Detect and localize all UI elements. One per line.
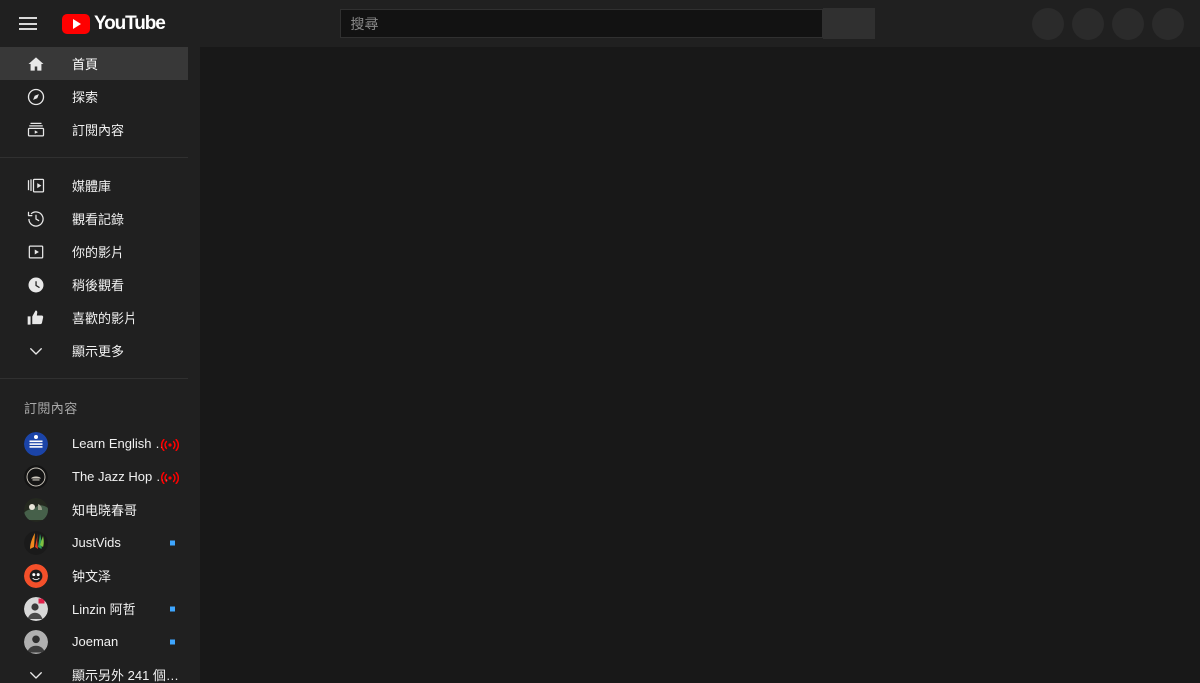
main-content-area xyxy=(200,47,1200,683)
subscription-channel-name: 知电晓春哥 xyxy=(72,503,138,518)
avatar xyxy=(24,530,48,555)
thumbs-up-icon xyxy=(24,306,48,330)
hamburger-menu-icon[interactable] xyxy=(8,4,48,44)
sidebar-primary-section: 首頁 探索 訂閱內容 xyxy=(0,47,188,146)
sidebar-subscription-item[interactable]: JustVids xyxy=(0,526,188,559)
avatar xyxy=(24,629,48,654)
new-content-dot xyxy=(170,606,175,611)
subscription-channel-name: Joeman xyxy=(72,634,119,649)
history-clock-icon xyxy=(24,207,48,231)
apps-grid-icon[interactable] xyxy=(1072,7,1104,40)
new-content-dot xyxy=(170,540,175,545)
sidebar-subscription-item[interactable]: Joeman xyxy=(0,625,188,658)
youtube-play-badge-icon xyxy=(62,13,90,34)
masthead-header: YouTube xyxy=(0,0,1200,47)
sidebar-item-show-more[interactable]: 顯示更多 xyxy=(0,334,188,367)
subscriptions-section-title: 訂閱內容 xyxy=(24,401,78,416)
sidebar-subscription-item[interactable]: The Jazz Hop Café xyxy=(0,460,188,493)
sidebar-subscription-item[interactable]: Learn English with… xyxy=(0,427,188,460)
subscription-channel-name: 钟文泽 xyxy=(72,569,112,584)
sidebar-item-label: 訂閱內容 xyxy=(72,123,125,138)
create-video-icon[interactable] xyxy=(1032,7,1064,40)
masthead-center-group xyxy=(200,0,1032,47)
avatar xyxy=(24,563,48,588)
sidebar-guide[interactable]: 首頁 探索 訂閱內容 媒體庫 觀看記錄 你的影片 稍後觀看 喜歡的影片 顯示更多… xyxy=(0,47,188,683)
sidebar-item-label: 喜歡的影片 xyxy=(72,311,138,326)
sidebar-item-home[interactable]: 首頁 xyxy=(0,47,188,80)
subscriptions-icon xyxy=(24,118,48,142)
guide-gutter xyxy=(188,47,200,683)
subscription-channel-name: JustVids xyxy=(72,535,121,550)
sidebar-subscription-item[interactable]: 钟文泽 xyxy=(0,559,188,592)
sidebar-item-label: 顯示更多 xyxy=(72,344,125,359)
sidebar-item-label: 稍後觀看 xyxy=(72,278,125,293)
masthead-right-group xyxy=(1032,7,1184,40)
subscription-channel-name: Linzin 阿哲 xyxy=(72,602,136,617)
sidebar-item-subscriptions[interactable]: 訂閱內容 xyxy=(0,113,188,146)
avatar xyxy=(24,497,48,522)
sidebar-item-library[interactable]: 媒體庫 xyxy=(0,169,188,202)
notifications-bell-icon[interactable] xyxy=(1112,7,1144,40)
live-broadcast-icon xyxy=(160,438,180,451)
search-form xyxy=(339,8,875,39)
sidebar-item-history[interactable]: 觀看記錄 xyxy=(0,202,188,235)
sidebar-item-explore[interactable]: 探索 xyxy=(0,80,188,113)
hamburger-bars xyxy=(19,17,37,30)
sidebar-item-label: 你的影片 xyxy=(72,245,125,260)
sidebar-item-liked-videos[interactable]: 喜歡的影片 xyxy=(0,301,188,334)
sidebar-item-watch-later[interactable]: 稍後觀看 xyxy=(0,268,188,301)
home-icon xyxy=(24,52,48,76)
sidebar-subscription-item[interactable]: 知电晓春哥 xyxy=(0,493,188,526)
sidebar-item-label: 首頁 xyxy=(72,57,99,72)
sidebar-show-more-subscriptions[interactable]: 顯示另外 241 個項目 xyxy=(0,658,188,683)
sidebar-item-label: 探索 xyxy=(72,90,99,105)
sidebar-subscription-item[interactable]: Linzin 阿哲 xyxy=(0,592,188,625)
compass-explore-icon xyxy=(24,85,48,109)
new-content-dot xyxy=(170,639,175,644)
show-more-label: 顯示另外 241 個項目 xyxy=(72,668,188,683)
search-button[interactable] xyxy=(822,8,875,39)
masthead-left-group: YouTube xyxy=(0,4,200,44)
your-videos-icon xyxy=(24,240,48,264)
chevron-down-icon xyxy=(24,339,48,363)
sidebar-library-section: 媒體庫 觀看記錄 你的影片 稍後觀看 喜歡的影片 顯示更多 xyxy=(0,169,188,367)
avatar xyxy=(24,596,48,621)
youtube-logo[interactable]: YouTube xyxy=(62,12,166,36)
library-icon xyxy=(24,174,48,198)
chevron-down-icon xyxy=(24,663,48,683)
sidebar-divider-1 xyxy=(0,157,188,158)
sidebar-subscriptions-section: 訂閱內容 Learn English with… The Jazz Hop Ca… xyxy=(0,390,188,683)
avatar xyxy=(24,431,48,456)
avatar xyxy=(24,464,48,489)
search-input[interactable] xyxy=(339,9,823,38)
youtube-logo-text: YouTube xyxy=(94,12,166,34)
sidebar-item-your-videos[interactable]: 你的影片 xyxy=(0,235,188,268)
account-avatar-icon[interactable] xyxy=(1152,7,1184,40)
sidebar-divider-2 xyxy=(0,378,188,379)
sidebar-item-label: 觀看記錄 xyxy=(72,212,125,227)
watch-later-clock-icon xyxy=(24,273,48,297)
live-broadcast-icon xyxy=(160,471,180,484)
sidebar-item-label: 媒體庫 xyxy=(72,179,112,194)
